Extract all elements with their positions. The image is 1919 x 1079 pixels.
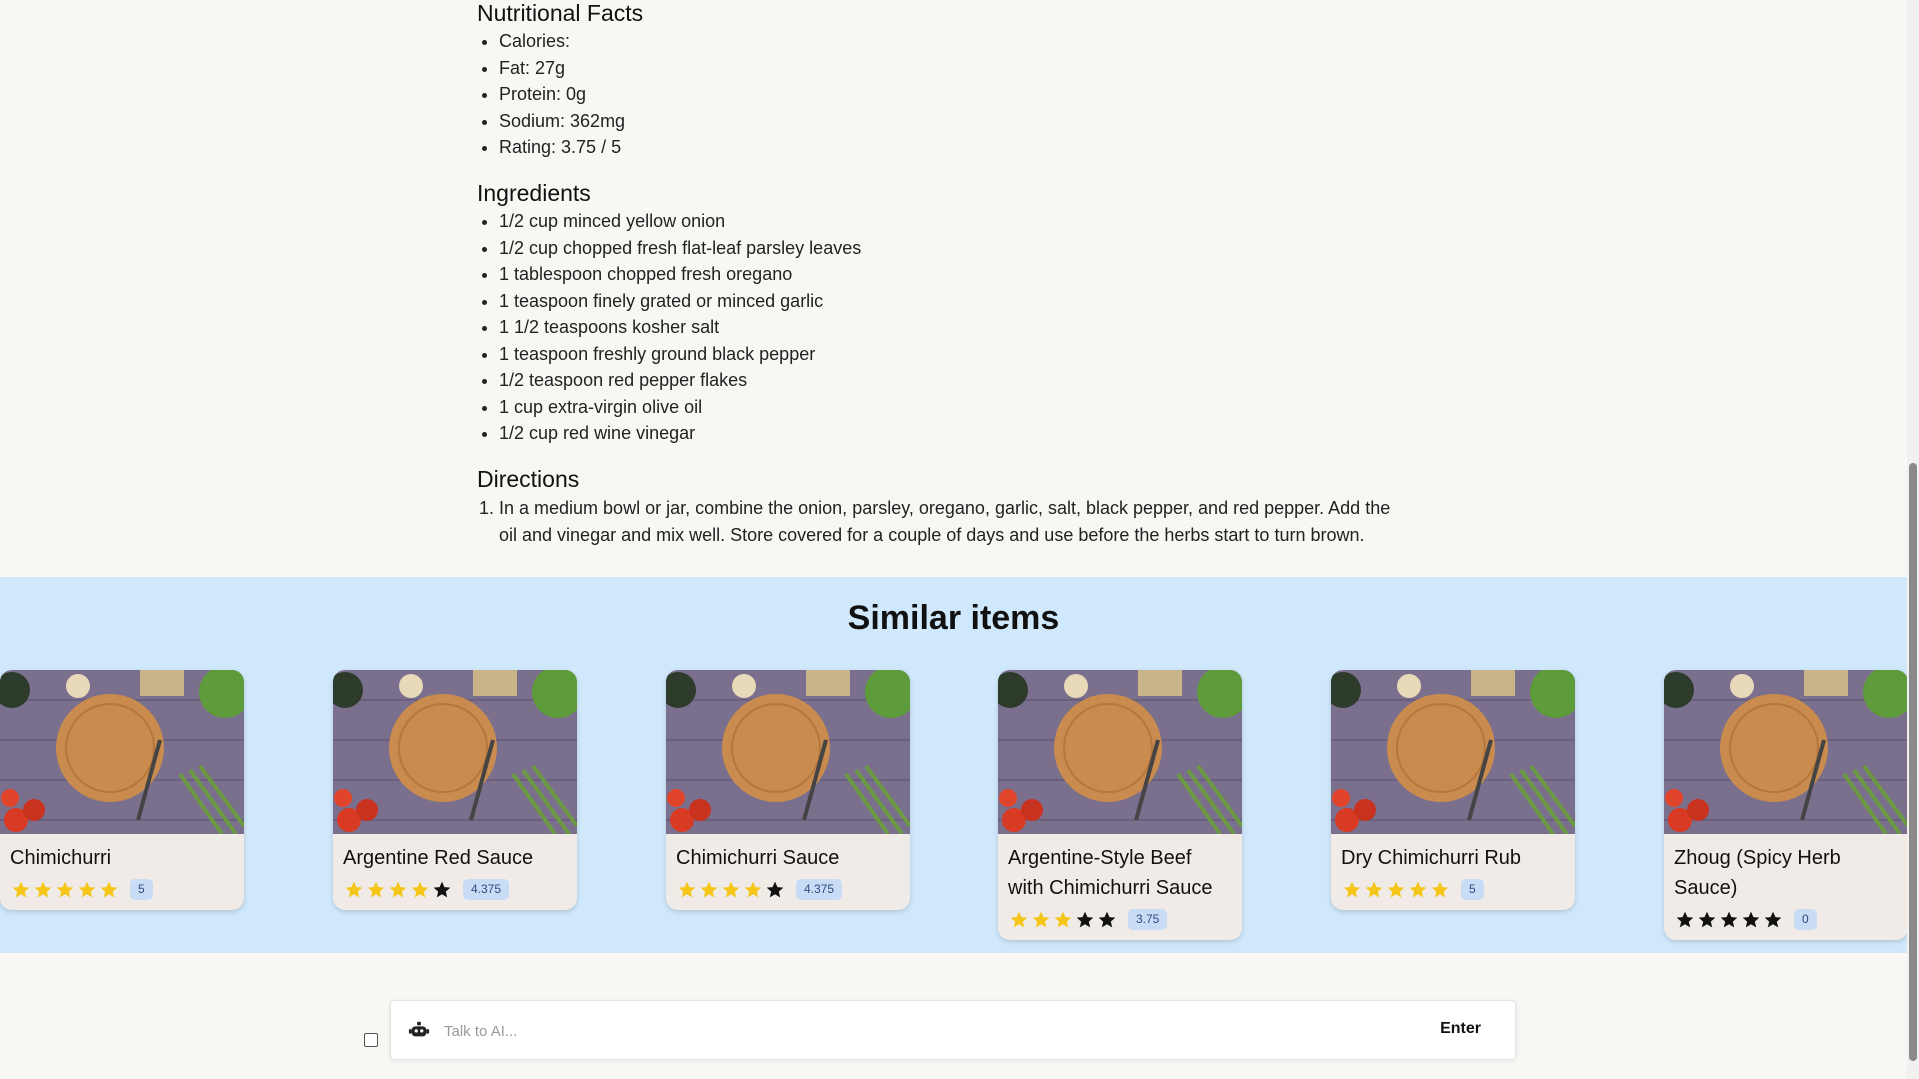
similar-item-title[interactable]: Dry Chimichurri Rub xyxy=(1331,834,1575,873)
star-icon xyxy=(1409,881,1427,897)
similar-item-title[interactable]: Argentine Red Sauce xyxy=(333,834,577,873)
ingredients-section: Ingredients 1/2 cup minced yellow onion … xyxy=(477,179,861,447)
star-icon xyxy=(433,881,451,897)
star-icon xyxy=(1032,911,1050,927)
star-icon xyxy=(1698,911,1716,927)
list-item: Rating: 3.75 / 5 xyxy=(499,134,643,161)
star-icon xyxy=(700,881,718,897)
star-icon xyxy=(1720,911,1738,927)
list-item: 1/2 cup chopped fresh flat-leaf parsley … xyxy=(499,235,861,262)
rating-badge: 4.375 xyxy=(463,879,510,900)
star-icon xyxy=(678,881,696,897)
star-icon xyxy=(1764,911,1782,927)
similar-item-title[interactable]: Zhoug (Spicy Herb Sauce) xyxy=(1664,834,1908,903)
list-item: 1/2 teaspoon red pepper flakes xyxy=(499,367,861,394)
star-icon xyxy=(1431,881,1449,897)
ingredients-list: 1/2 cup minced yellow onion 1/2 cup chop… xyxy=(477,208,861,447)
star-icon xyxy=(766,881,784,897)
list-item: Fat: 27g xyxy=(499,55,643,82)
nutrition-heading: Nutritional Facts xyxy=(477,0,644,26)
star-icon xyxy=(1054,911,1072,927)
chat-bar: Enter xyxy=(390,1000,1516,1060)
ingredients-heading: Ingredients xyxy=(477,180,591,206)
directions-list: In a medium bowl or jar, combine the oni… xyxy=(477,495,1407,548)
star-icon xyxy=(367,881,385,897)
similar-item-card[interactable]: Chimichurri 5 xyxy=(0,670,244,910)
list-item: 1/2 cup red wine vinegar xyxy=(499,420,861,447)
chat-input[interactable] xyxy=(442,1015,1346,1047)
similar-item-card[interactable]: Chimichurri Sauce 4.375 xyxy=(666,670,910,910)
robot-icon xyxy=(408,1021,430,1037)
similar-item-title[interactable]: Argentine-Style Beef with Chimichurri Sa… xyxy=(998,834,1242,903)
scrollbar-thumb[interactable] xyxy=(1909,463,1917,1061)
list-item: Protein: 0g xyxy=(499,81,643,108)
star-icon xyxy=(744,881,762,897)
star-icon xyxy=(389,881,407,897)
similar-items-heading: Similar items xyxy=(847,599,1060,637)
list-item: 1 teaspoon freshly ground black pepper xyxy=(499,341,861,368)
star-icon xyxy=(722,881,740,897)
rating-badge: 0 xyxy=(1794,909,1817,930)
similar-item-title[interactable]: Chimichurri Sauce xyxy=(666,834,910,873)
similar-item-card[interactable]: Argentine-Style Beef with Chimichurri Sa… xyxy=(998,670,1242,940)
list-item: 1/2 cup minced yellow onion xyxy=(499,208,861,235)
directions-section: Directions In a medium bowl or jar, comb… xyxy=(477,465,1407,548)
similar-item-title[interactable]: Chimichurri xyxy=(0,834,244,873)
star-icon xyxy=(1365,881,1383,897)
star-icon xyxy=(1742,911,1760,927)
star-rating: 4.375 xyxy=(333,873,577,910)
star-icon xyxy=(1387,881,1405,897)
star-icon xyxy=(34,881,52,897)
list-item: Calories: xyxy=(499,28,643,55)
direction-step: In a medium bowl or jar, combine the oni… xyxy=(499,495,1407,548)
recipe-thumbnail[interactable] xyxy=(0,670,244,834)
star-icon xyxy=(78,881,96,897)
recipe-thumbnail[interactable] xyxy=(1664,670,1908,834)
star-icon xyxy=(1010,911,1028,927)
recipe-thumbnail[interactable] xyxy=(998,670,1242,834)
star-icon xyxy=(100,881,118,897)
star-icon xyxy=(345,881,363,897)
enter-button[interactable]: Enter xyxy=(1434,1019,1487,1039)
star-rating: 5 xyxy=(0,873,244,910)
recipe-thumbnail[interactable] xyxy=(333,670,577,834)
nutrition-section: Nutritional Facts Calories: Fat: 27g Pro… xyxy=(477,0,643,161)
star-icon xyxy=(12,881,30,897)
star-rating: 3.75 xyxy=(998,903,1242,940)
scrollbar[interactable] xyxy=(1907,0,1919,1079)
list-item: Sodium: 362mg xyxy=(499,108,643,135)
rating-badge: 3.75 xyxy=(1128,909,1168,930)
recipe-thumbnail[interactable] xyxy=(1331,670,1575,834)
chat-toggle-checkbox[interactable] xyxy=(364,1033,378,1047)
directions-heading: Directions xyxy=(477,466,580,492)
list-item: 1 tablespoon chopped fresh oregano xyxy=(499,261,861,288)
star-icon xyxy=(1098,911,1116,927)
recipe-thumbnail[interactable] xyxy=(666,670,910,834)
rating-badge: 5 xyxy=(1461,879,1484,900)
similar-item-card[interactable]: Zhoug (Spicy Herb Sauce) 0 xyxy=(1664,670,1908,940)
list-item: 1 cup extra-virgin olive oil xyxy=(499,394,861,421)
similar-items-section: Similar items Chimichurri 5 Argentine Red … xyxy=(0,577,1908,953)
rating-badge: 4.375 xyxy=(796,879,843,900)
similar-item-card[interactable]: Dry Chimichurri Rub 5 xyxy=(1331,670,1575,910)
star-icon xyxy=(1343,881,1361,897)
star-rating: 5 xyxy=(1331,873,1575,910)
star-rating: 0 xyxy=(1664,903,1908,940)
rating-badge: 5 xyxy=(130,879,153,900)
star-icon xyxy=(56,881,74,897)
similar-item-card[interactable]: Argentine Red Sauce 4.375 xyxy=(333,670,577,910)
star-icon xyxy=(1076,911,1094,927)
list-item: 1 1/2 teaspoons kosher salt xyxy=(499,314,861,341)
star-rating: 4.375 xyxy=(666,873,910,910)
star-icon xyxy=(1676,911,1694,927)
star-icon xyxy=(411,881,429,897)
nutrition-list: Calories: Fat: 27g Protein: 0g Sodium: 3… xyxy=(477,28,643,161)
list-item: 1 teaspoon finely grated or minced garli… xyxy=(499,288,861,315)
